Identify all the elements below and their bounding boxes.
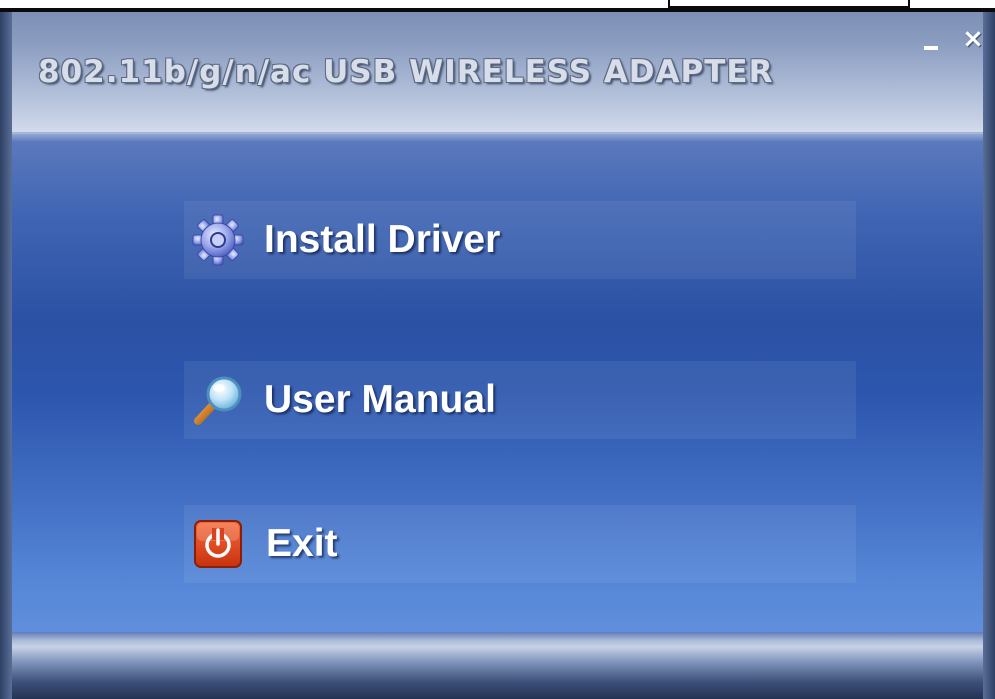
power-icon: [194, 520, 242, 568]
user-manual-button[interactable]: User Manual: [184, 361, 856, 439]
background-page-strip: [0, 0, 995, 12]
install-driver-button[interactable]: Install Driver: [184, 201, 856, 279]
window-title: 802.11b/g/n/ac USB WIRELESS ADAPTER: [38, 54, 774, 90]
close-button[interactable]: ×: [960, 26, 986, 52]
user-manual-label: User Manual: [264, 378, 496, 421]
gear-icon: [192, 214, 244, 266]
background-box: [668, 0, 910, 8]
title-bar[interactable]: 802.11b/g/n/ac USB WIRELESS ADAPTER: [12, 12, 983, 134]
bottom-bar: [12, 632, 983, 699]
exit-button[interactable]: Exit: [184, 505, 856, 583]
magnifier-icon: [194, 376, 242, 425]
title-bar-highlight: [12, 132, 983, 142]
minimize-button[interactable]: [922, 34, 940, 52]
window-left-border: [0, 12, 12, 699]
installer-window: 802.11b/g/n/ac USB WIRELESS ADAPTER × In…: [0, 12, 995, 699]
exit-label: Exit: [266, 522, 338, 565]
minimize-icon: [924, 46, 938, 50]
window-right-border: [983, 12, 995, 699]
install-driver-label: Install Driver: [264, 218, 501, 261]
close-icon: ×: [962, 24, 984, 54]
